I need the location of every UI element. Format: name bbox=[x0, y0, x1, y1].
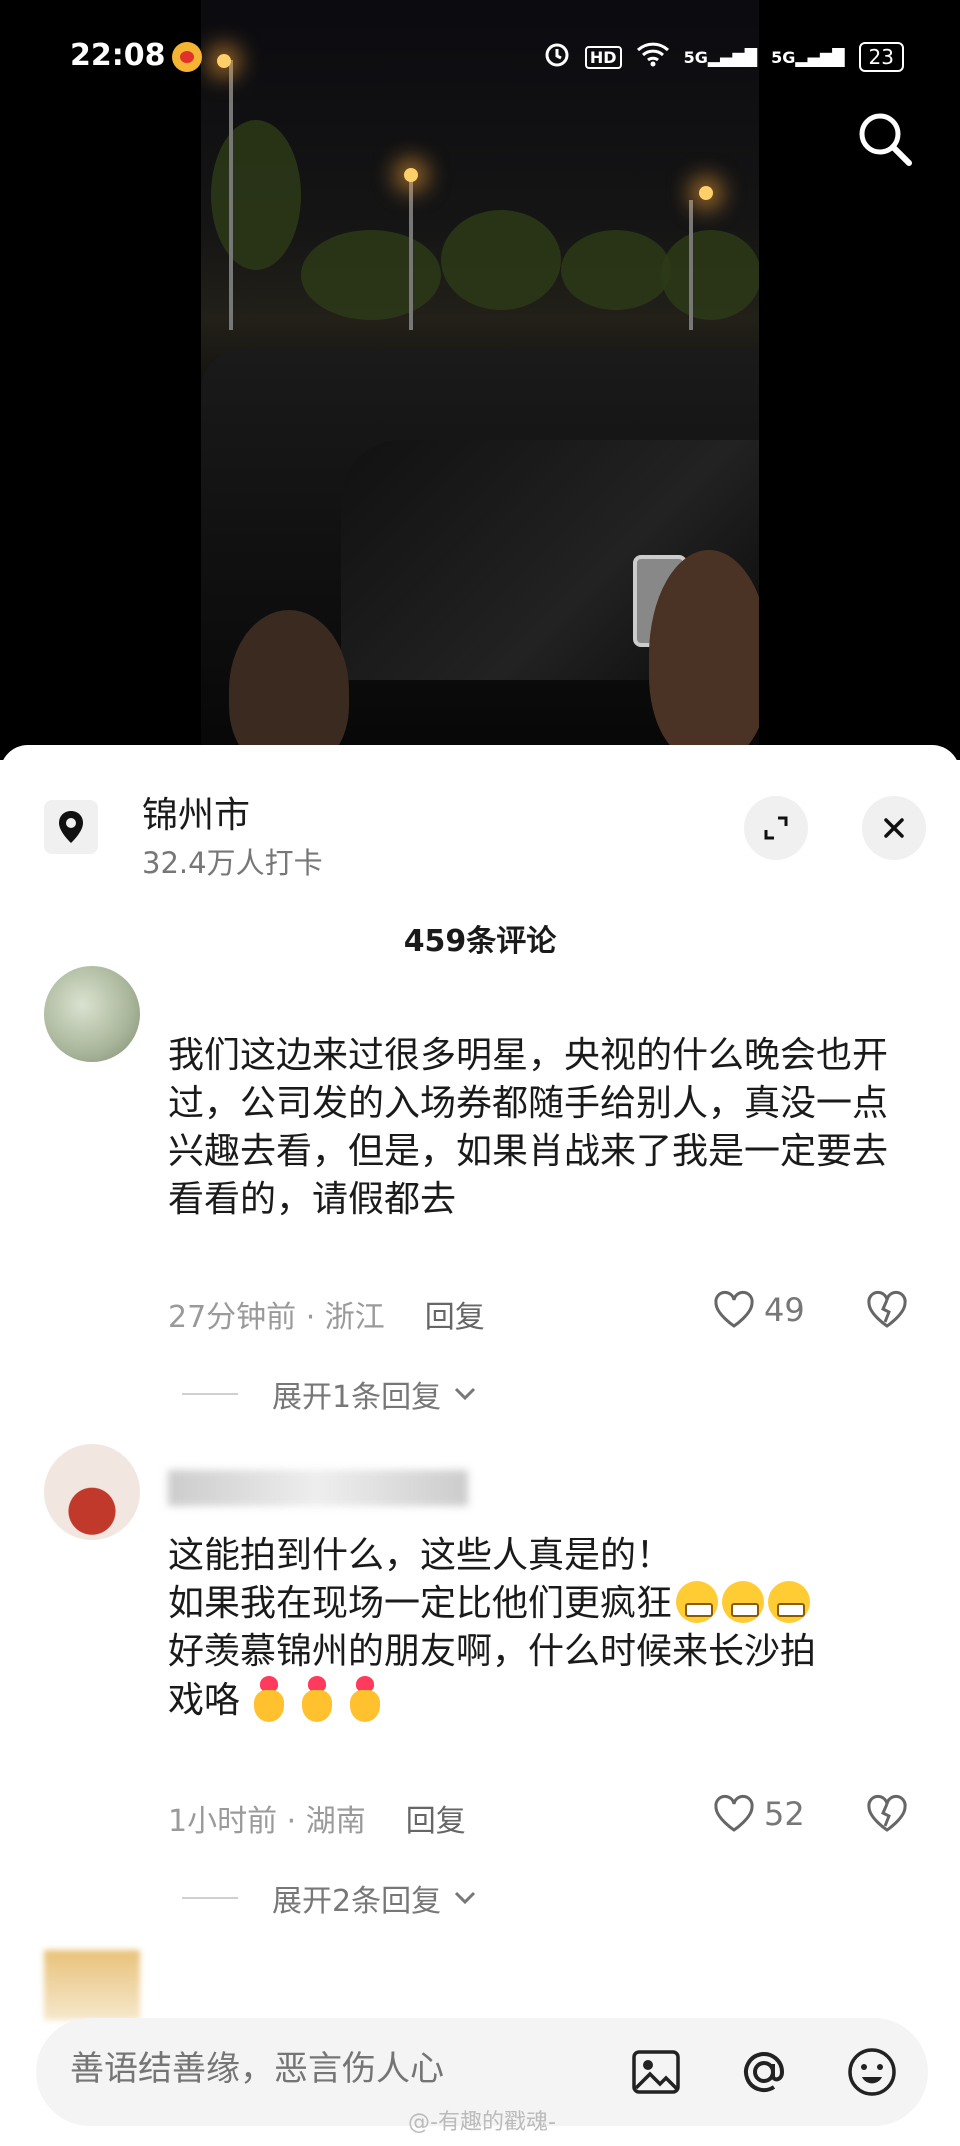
search-icon[interactable] bbox=[854, 108, 916, 170]
comment-meta: 27分钟前 · 浙江 回复 bbox=[168, 1300, 485, 1335]
video-frame[interactable] bbox=[201, 0, 759, 760]
tree bbox=[661, 230, 759, 320]
wifi-icon bbox=[636, 41, 670, 73]
comment-count: 459条评论 bbox=[403, 924, 557, 959]
comment-time: 27分钟前 bbox=[168, 1300, 297, 1335]
reply-button[interactable]: 回复 bbox=[425, 1300, 485, 1335]
heart-hands-icon bbox=[250, 1676, 288, 1722]
location-name[interactable]: 锦州市 bbox=[142, 786, 250, 838]
video-area[interactable]: 22:08 HD 5G▂▄▆█ 5G▂▄▆█ 23 bbox=[0, 0, 960, 760]
close-icon[interactable] bbox=[862, 796, 926, 860]
broken-heart-icon[interactable] bbox=[866, 1794, 908, 1838]
grinning-face-icon bbox=[768, 1581, 811, 1623]
avatar[interactable] bbox=[44, 1444, 140, 1540]
expand-label: 展开1条回复 bbox=[272, 1380, 442, 1415]
username-blurred[interactable] bbox=[168, 1470, 468, 1506]
comment-text: 这能拍到什么，这些人真是的！ 如果我在现场一定比他们更疯狂 好羡慕锦州的朋友啊，… bbox=[168, 1532, 908, 1725]
like-button[interactable]: 52 bbox=[712, 1794, 805, 1834]
comment-region: 湖南 bbox=[305, 1804, 366, 1839]
comment-region: 浙江 bbox=[324, 1300, 385, 1335]
tree bbox=[211, 120, 301, 270]
emoji-icon[interactable] bbox=[844, 2044, 900, 2100]
expand-replies[interactable]: 展开2条回复 bbox=[182, 1876, 477, 1920]
comment-input[interactable] bbox=[68, 2048, 632, 2090]
tree bbox=[301, 230, 441, 320]
grinning-face-icon bbox=[676, 1581, 719, 1623]
chevron-down-icon bbox=[455, 1891, 476, 1905]
image-icon[interactable] bbox=[628, 2044, 684, 2100]
reply-button[interactable]: 回复 bbox=[406, 1804, 466, 1839]
avatar[interactable] bbox=[44, 966, 140, 1062]
comment-line: 好羡慕锦州的朋友啊，什么时候来长沙拍 bbox=[168, 1631, 817, 1672]
tree bbox=[561, 230, 671, 310]
hd-icon: HD bbox=[584, 45, 622, 69]
comment-line-with-emoji: 如果我在现场一定比他们更疯狂 bbox=[168, 1580, 908, 1628]
status-icons: HD 5G▂▄▆█ 5G▂▄▆█ 23 bbox=[543, 40, 904, 74]
like-count: 49 bbox=[764, 1291, 805, 1329]
lamp-pole bbox=[229, 60, 233, 330]
heart-hands-icon bbox=[346, 1676, 384, 1722]
comment-line: 这能拍到什么，这些人真是的！ bbox=[168, 1535, 673, 1576]
weibo-icon bbox=[172, 42, 202, 72]
tree bbox=[441, 210, 561, 310]
comment-meta: 1小时前 · 湖南 回复 bbox=[168, 1804, 466, 1839]
expand-icon[interactable] bbox=[744, 796, 808, 860]
like-button[interactable]: 49 bbox=[712, 1290, 805, 1330]
broken-heart-icon[interactable] bbox=[866, 1290, 908, 1334]
signal-icon: 5G▂▄▆█ bbox=[683, 47, 758, 67]
lamp-pole bbox=[689, 200, 693, 330]
comment-line-with-emoji: 戏咯 bbox=[168, 1676, 908, 1725]
alarm-icon bbox=[543, 40, 571, 74]
comment-time: 1小时前 bbox=[168, 1804, 278, 1839]
heart-icon bbox=[714, 1794, 754, 1832]
street-lamp bbox=[699, 186, 713, 200]
person-head bbox=[649, 550, 759, 760]
username-blurred[interactable] bbox=[168, 980, 468, 1010]
expand-label: 展开2条回复 bbox=[272, 1884, 442, 1919]
avatar[interactable] bbox=[44, 1950, 140, 2020]
heart-icon bbox=[714, 1290, 754, 1328]
signal-icon-2: 5G▂▄▆█ bbox=[771, 47, 845, 67]
lamp-pole bbox=[409, 180, 413, 330]
location-checkins: 32.4万人打卡 bbox=[142, 846, 323, 880]
expand-replies[interactable]: 展开1条回复 bbox=[182, 1372, 477, 1416]
grinning-face-icon bbox=[722, 1581, 765, 1623]
like-count: 52 bbox=[764, 1795, 805, 1833]
street-lamp bbox=[404, 168, 418, 182]
watermark: @-有趣的戳魂- bbox=[408, 2110, 556, 2135]
heart-hands-icon bbox=[298, 1676, 336, 1722]
status-time: 22:08 bbox=[70, 38, 166, 73]
chevron-down-icon bbox=[455, 1387, 476, 1401]
comment-text: 我们这边来过很多明星，央视的什么晚会也开过，公司发的入场券都随手给别人，真没一点… bbox=[168, 1035, 889, 1220]
mention-icon[interactable] bbox=[736, 2044, 792, 2100]
street-lamp bbox=[217, 54, 231, 68]
battery-icon: 23 bbox=[858, 42, 904, 72]
location-pin-icon bbox=[44, 800, 98, 854]
person-head bbox=[229, 610, 349, 760]
